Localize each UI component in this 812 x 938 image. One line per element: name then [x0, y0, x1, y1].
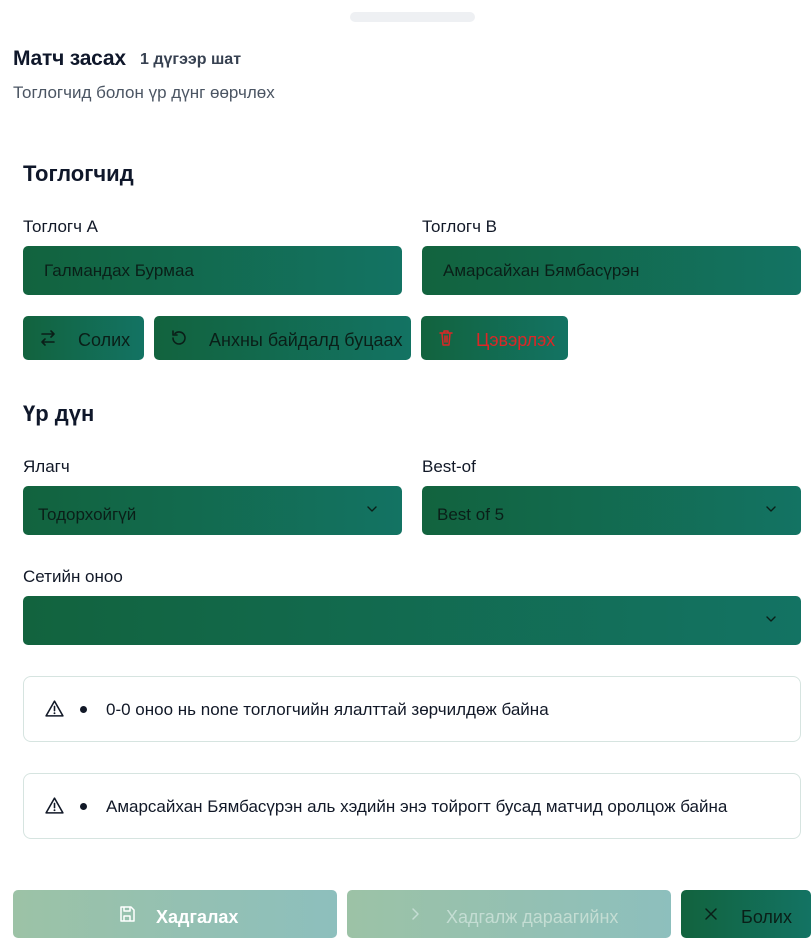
player-b-label: Тоглогч B [422, 217, 498, 236]
close-icon [705, 908, 717, 920]
chevron-down-icon [367, 506, 377, 512]
cancel-button-label: Болих [741, 907, 792, 927]
result-section-title: Үр дүн [23, 401, 95, 426]
players-section-title: Тоглогчид [23, 161, 134, 186]
trash-icon [439, 330, 453, 346]
reset-button[interactable]: Анхны байдалд буцаах [154, 316, 411, 360]
bullet-dot [80, 706, 87, 713]
winner-label: Ялагч [23, 457, 70, 476]
rotate-ccw-icon [172, 330, 186, 345]
warning-triangle-icon [45, 797, 64, 814]
winner-select[interactable]: Тодорхойгүй [23, 486, 402, 535]
chevron-down-icon [766, 616, 776, 622]
warning-triangle-icon [45, 700, 64, 717]
set-scores-label: Сетийн оноо [23, 567, 123, 586]
best-of-select[interactable]: Best of 5 [422, 486, 801, 535]
player-a-label: Тоглогч A [23, 217, 99, 236]
clear-button-label: Цэвэрлэх [476, 330, 556, 350]
player-a-value: Галмандах Бурмаа [44, 261, 194, 280]
warning-message: 0-0 оноо нь none тоглогчийн ялалттай зөр… [106, 700, 549, 719]
cancel-button[interactable]: Болих [681, 890, 811, 938]
save-next-button[interactable]: Хадгалж дараагийнх [347, 890, 671, 938]
page-subtitle: Тоглогчид болон үр дүнг өөрчлөх [13, 83, 275, 102]
player-b-input[interactable]: Амарсайхан Бямбасүрэн [422, 246, 801, 295]
player-b-value: Амарсайхан Бямбасүрэн [443, 261, 640, 280]
bullet-dot [80, 803, 87, 810]
best-of-value: Best of 5 [437, 505, 505, 524]
clear-button[interactable]: Цэвэрлэх [421, 316, 568, 360]
warning-message: Амарсайхан Бямбасүрэн аль хэдийн энэ той… [106, 797, 728, 816]
chevron-down-icon [766, 506, 776, 512]
winner-value: Тодорхойгүй [38, 505, 137, 524]
warning-alert: 0-0 оноо нь none тоглогчийн ялалттай зөр… [23, 676, 801, 742]
player-a-input[interactable]: Галмандах Бурмаа [23, 246, 402, 295]
save-disk-icon [120, 906, 135, 922]
reset-button-label: Анхны байдалд буцаах [209, 330, 403, 350]
save-next-button-label: Хадгалж дараагийнх [446, 907, 619, 927]
drag-handle[interactable] [350, 12, 475, 22]
page-title: Матч засах [13, 47, 126, 70]
save-button-label: Хадгалах [156, 907, 239, 927]
best-of-label: Best-of [422, 457, 476, 476]
swap-arrows-icon [41, 330, 55, 346]
swap-button-label: Солих [78, 330, 131, 350]
stage-badge: 1 дүгээр шат [140, 51, 242, 68]
save-button[interactable]: Хадгалах [13, 890, 337, 938]
chevron-right-icon [412, 908, 419, 920]
set-scores-select[interactable] [23, 596, 801, 645]
swap-button[interactable]: Солих [23, 316, 144, 360]
warning-alert: Амарсайхан Бямбасүрэн аль хэдийн энэ той… [23, 773, 801, 839]
